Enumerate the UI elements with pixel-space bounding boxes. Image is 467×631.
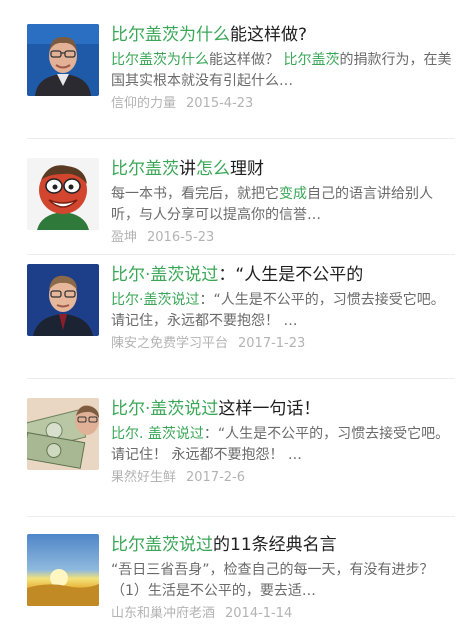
- result-source: 盈坤: [111, 230, 138, 245]
- text-segment: 能这样做?: [230, 25, 308, 45]
- thumbnail-sunset-field[interactable]: [27, 534, 99, 606]
- text-segment: 每一本书，看完后，就把它: [111, 186, 279, 202]
- thumbnail-bill-gates-portrait[interactable]: [27, 264, 99, 336]
- result-title[interactable]: 比尔·盖茨说过：“人生是不公平的: [111, 264, 455, 286]
- result-meta: 陳安之免费学习平台 2017-1-23: [111, 335, 455, 353]
- result-item[interactable]: 比尔盖茨说过的11条经典名言 “吾日三省吾身”，检查自己的每一天，有没有进步？ …: [0, 534, 467, 626]
- thumbnail-bill-gates-photo[interactable]: [27, 24, 99, 96]
- highlighted-keyword: 比尔盖茨: [111, 159, 179, 179]
- result-meta: 盈坤 2016-5-23: [111, 229, 455, 247]
- result-snippet: 比尔. 盖茨说过：“人生是不公平的，习惯去接受它吧。 请记住！ 永远都不要抱怨！…: [111, 424, 455, 466]
- result-snippet: 比尔盖茨为什么能这样做？ 比尔盖茨的捐款行为，在美国其实根本就没有引起什么…: [111, 50, 455, 92]
- result-item[interactable]: 比尔·盖茨说过：“人生是不公平的 比尔·盖茨说过：“人生是不公平的，习惯去接受它…: [0, 264, 467, 356]
- result-meta: 信仰的力量 2015-4-23: [111, 95, 455, 113]
- text-segment: 的11条经典名言: [213, 535, 337, 555]
- result-source: 陳安之免费学习平台: [111, 336, 229, 351]
- highlighted-keyword: 比尔盖茨: [283, 52, 340, 68]
- result-title[interactable]: 比尔盖茨为什么能这样做?: [111, 24, 455, 46]
- result-snippet: 比尔·盖茨说过：“人生是不公平的，习惯去接受它吧。 请记住，永远都不要抱怨！ …: [111, 290, 455, 332]
- highlighted-keyword: 怎么: [196, 159, 230, 179]
- result-date: 2017-2-6: [186, 470, 246, 485]
- highlighted-keyword: 比尔. 盖茨说过: [111, 426, 204, 442]
- divider: [27, 516, 455, 517]
- result-title[interactable]: 比尔盖茨讲怎么理财: [111, 158, 455, 180]
- result-date: 2017-1-23: [238, 336, 306, 351]
- highlighted-keyword: 比尔·盖茨说过: [111, 265, 219, 285]
- highlighted-keyword: 比尔·盖茨说过: [111, 292, 200, 308]
- result-item[interactable]: 比尔盖茨为什么能这样做? 比尔盖茨为什么能这样做？ 比尔盖茨的捐款行为，在美国其…: [0, 24, 467, 116]
- result-title[interactable]: 比尔·盖茨说过这样一句话！: [111, 398, 455, 420]
- highlighted-keyword: 比尔盖茨为什么: [111, 52, 209, 68]
- highlighted-keyword: 比尔盖茨说过: [111, 535, 213, 555]
- result-date: 2016-5-23: [147, 230, 215, 245]
- search-results-list: 比尔盖茨为什么能这样做? 比尔盖茨为什么能这样做？ 比尔盖茨的捐款行为，在美国其…: [0, 0, 467, 631]
- highlighted-keyword: 变成: [279, 186, 307, 202]
- result-meta: 果然好生鲜 2017-2-6: [111, 469, 455, 487]
- result-meta: 山东和巢冲府老酒 2014-1-14: [111, 605, 455, 623]
- text-segment: 讲: [179, 159, 196, 179]
- result-item[interactable]: 比尔·盖茨说过这样一句话！ 比尔. 盖茨说过：“人生是不公平的，习惯去接受它吧。…: [0, 398, 467, 490]
- result-source: 山东和巢冲府老酒: [111, 606, 216, 621]
- result-date: 2014-1-14: [225, 606, 293, 621]
- text-segment: ：“人生是不公平的: [218, 265, 364, 285]
- result-date: 2015-4-23: [186, 96, 254, 111]
- highlighted-keyword: 比尔盖茨为什么: [111, 25, 230, 45]
- thumbnail-money-and-gates[interactable]: [27, 398, 99, 470]
- thumbnail-bill-gates-caricature[interactable]: [27, 158, 99, 230]
- highlighted-keyword: 比尔·盖茨说过: [111, 399, 219, 419]
- text-segment: 这样一句话！: [218, 399, 321, 419]
- result-title[interactable]: 比尔盖茨说过的11条经典名言: [111, 534, 455, 556]
- result-source: 果然好生鲜: [111, 470, 177, 485]
- result-source: 信仰的力量: [111, 96, 177, 111]
- divider: [27, 254, 455, 255]
- text-segment: 理财: [230, 159, 264, 179]
- result-snippet: “吾日三省吾身”，检查自己的每一天，有没有进步？ （1）生活是不公平的，要去适…: [111, 560, 455, 602]
- divider: [27, 138, 455, 139]
- divider: [27, 378, 455, 379]
- text-segment: “吾日三省吾身”，检查自己的每一天，有没有进步？ （1）生活是不公平的，要去适…: [111, 562, 434, 599]
- result-item[interactable]: 比尔盖茨讲怎么理财 每一本书，看完后，就把它变成自己的语言讲给别人听，与人分享可…: [0, 158, 467, 250]
- text-segment: 能这样做？: [209, 52, 284, 68]
- result-snippet: 每一本书，看完后，就把它变成自己的语言讲给别人听，与人分享可以提高你的信誉…: [111, 184, 455, 226]
